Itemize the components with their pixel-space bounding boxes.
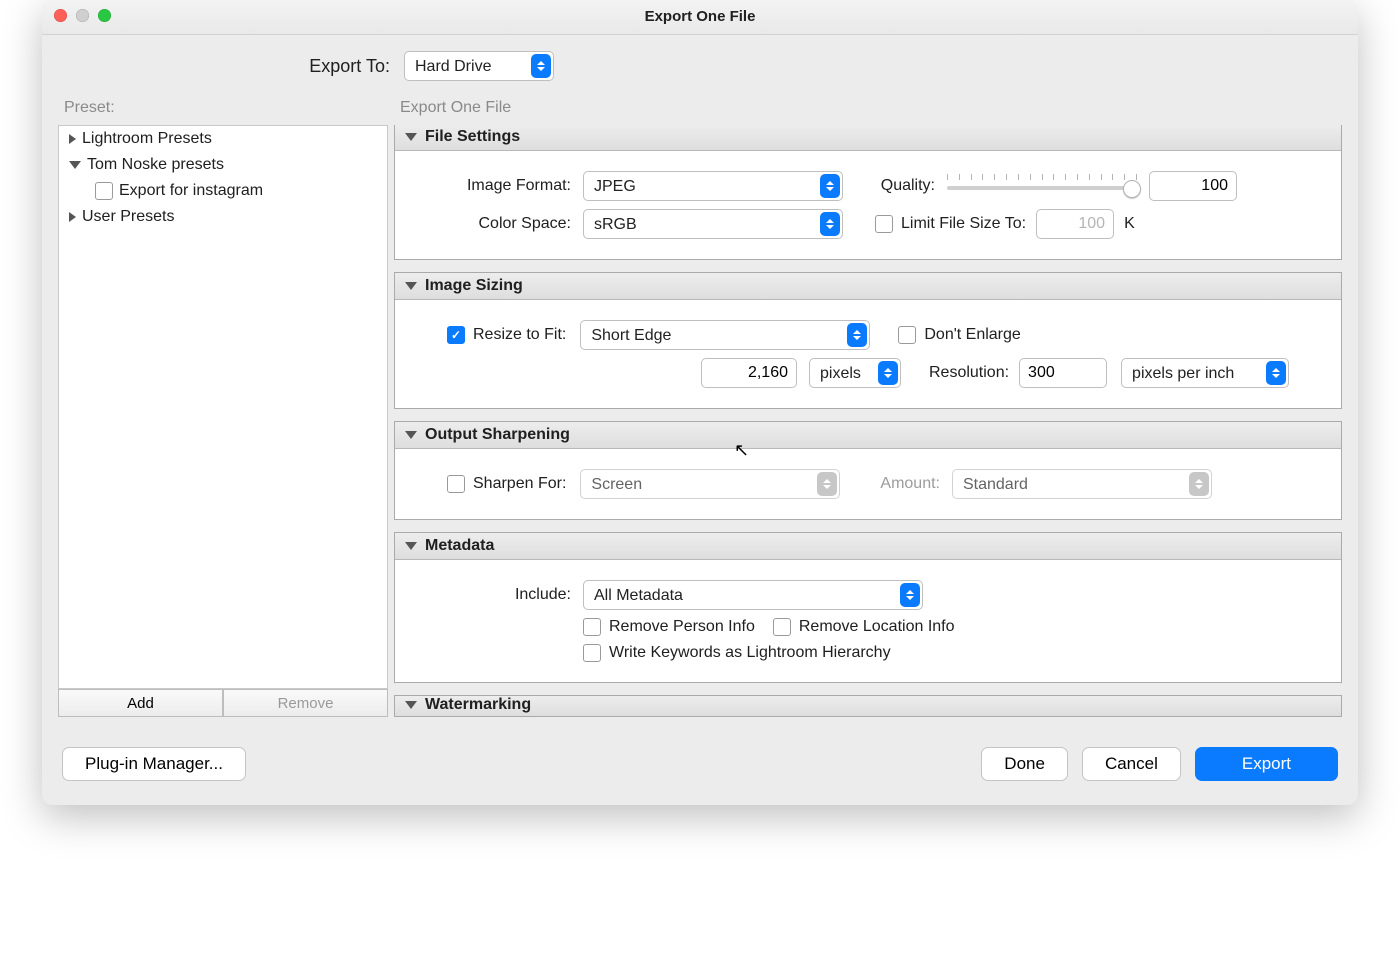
panel-header-image-sizing[interactable]: Image Sizing (395, 273, 1341, 300)
image-format-select[interactable]: JPEG (583, 171, 843, 201)
resolution-input[interactable] (1019, 358, 1107, 388)
remove-preset-button: Remove (223, 689, 388, 717)
resize-to-fit-checkbox[interactable] (447, 326, 465, 344)
remove-person-checkbox[interactable] (583, 618, 601, 636)
panel-watermarking: Watermarking (394, 695, 1342, 717)
chevron-right-icon (69, 134, 76, 144)
resolution-unit-select[interactable]: pixels per inch (1121, 358, 1289, 388)
limit-filesize-input (1036, 209, 1114, 239)
dialog-footer: Plug-in Manager... Done Cancel Export (42, 725, 1358, 805)
preset-checkbox[interactable] (95, 182, 113, 200)
color-space-select[interactable]: sRGB (583, 209, 843, 239)
remove-location-checkbox[interactable] (773, 618, 791, 636)
remove-person-label: Remove Person Info (609, 618, 755, 636)
disclosure-down-icon (405, 542, 417, 550)
panel-title: Watermarking (425, 696, 531, 714)
preset-group-lightroom[interactable]: Lightroom Presets (59, 126, 387, 152)
dont-enlarge-label: Don't Enlarge (924, 326, 1020, 344)
amount-select: Standard (952, 469, 1212, 499)
image-format-label: Image Format: (411, 177, 583, 195)
settings-scroll[interactable]: File Settings Image Format: JPEG Quality… (394, 125, 1342, 725)
preset-group-label: Lightroom Presets (82, 130, 212, 148)
add-preset-button[interactable]: Add (58, 689, 223, 717)
chevron-down-icon (69, 161, 81, 169)
include-select[interactable]: All Metadata (583, 580, 923, 610)
preset-group-tomnoske[interactable]: Tom Noske presets (59, 152, 387, 178)
include-label: Include: (411, 586, 583, 604)
quality-label: Quality: (875, 177, 947, 195)
panel-header-file-settings[interactable]: File Settings (395, 125, 1341, 151)
disclosure-down-icon (405, 282, 417, 290)
panel-title: Output Sharpening (425, 426, 570, 444)
limit-filesize-checkbox[interactable] (875, 215, 893, 233)
size-value-input[interactable] (701, 358, 797, 388)
disclosure-down-icon (405, 133, 417, 141)
preset-sidebar: Preset: Lightroom Presets Tom Noske pres… (52, 95, 388, 717)
panel-title: File Settings (425, 128, 520, 146)
resolution-label: Resolution: (929, 364, 1009, 382)
panel-image-sizing: Image Sizing Resize to Fit: Short Edge (394, 272, 1342, 409)
sharpen-target-select: Screen (580, 469, 840, 499)
disclosure-down-icon (405, 431, 417, 439)
fit-mode-select[interactable]: Short Edge (580, 320, 870, 350)
panel-header-watermarking[interactable]: Watermarking (395, 696, 1341, 716)
export-button[interactable]: Export (1195, 747, 1338, 781)
panel-header-output-sharpening[interactable]: Output Sharpening (395, 422, 1341, 449)
titlebar: Export One File (42, 0, 1358, 35)
export-dialog: Export One File Export To: Hard Drive Pr… (42, 0, 1358, 805)
export-to-label: Export To: (42, 56, 404, 77)
color-space-label: Color Space: (411, 215, 583, 233)
minimize-icon (76, 9, 89, 22)
cancel-button[interactable]: Cancel (1082, 747, 1181, 781)
preset-group-label: User Presets (82, 208, 174, 226)
zoom-icon[interactable] (98, 9, 111, 22)
done-button[interactable]: Done (981, 747, 1068, 781)
remove-location-label: Remove Location Info (799, 618, 955, 636)
panel-metadata: Metadata Include: All Metadata (394, 532, 1342, 683)
preset-item-export-instagram[interactable]: Export for instagram (59, 178, 387, 204)
window-title: Export One File (42, 0, 1358, 34)
plugin-manager-button[interactable]: Plug-in Manager... (62, 747, 246, 781)
panel-output-sharpening: Output Sharpening Sharpen For: Screen (394, 421, 1342, 520)
preset-item-label: Export for instagram (119, 182, 263, 200)
quality-input[interactable] (1149, 171, 1237, 201)
sharpen-for-label: Sharpen For: (473, 475, 566, 493)
panel-file-settings: File Settings Image Format: JPEG Quality… (394, 125, 1342, 260)
export-to-row: Export To: Hard Drive (42, 35, 1358, 95)
preset-heading: Preset: (58, 95, 388, 125)
dont-enlarge-checkbox[interactable] (898, 326, 916, 344)
close-icon[interactable] (54, 9, 67, 22)
disclosure-down-icon (405, 701, 417, 709)
panel-header-metadata[interactable]: Metadata (395, 533, 1341, 560)
sharpen-for-checkbox[interactable] (447, 475, 465, 493)
limit-filesize-label: Limit File Size To: (901, 215, 1026, 233)
write-keywords-checkbox[interactable] (583, 644, 601, 662)
preset-group-label: Tom Noske presets (87, 156, 224, 174)
slider-knob[interactable] (1123, 180, 1141, 198)
panel-title: Image Sizing (425, 277, 523, 295)
write-keywords-label: Write Keywords as Lightroom Hierarchy (609, 644, 891, 662)
quality-slider[interactable] (947, 174, 1137, 198)
limit-unit: K (1124, 215, 1135, 233)
window-controls (54, 9, 111, 22)
export-to-select[interactable]: Hard Drive (404, 51, 554, 81)
export-to-value[interactable]: Hard Drive (404, 51, 554, 81)
amount-label: Amount: (880, 475, 940, 493)
preset-buttons: Add Remove (58, 689, 388, 717)
preset-group-user[interactable]: User Presets (59, 204, 387, 230)
resize-to-fit-label: Resize to Fit: (473, 326, 566, 344)
panel-title: Metadata (425, 537, 494, 555)
size-unit-select[interactable]: pixels (809, 358, 901, 388)
chevron-right-icon (69, 212, 76, 222)
preset-list[interactable]: Lightroom Presets Tom Noske presets Expo… (58, 125, 388, 689)
main-heading: Export One File (394, 95, 1342, 125)
